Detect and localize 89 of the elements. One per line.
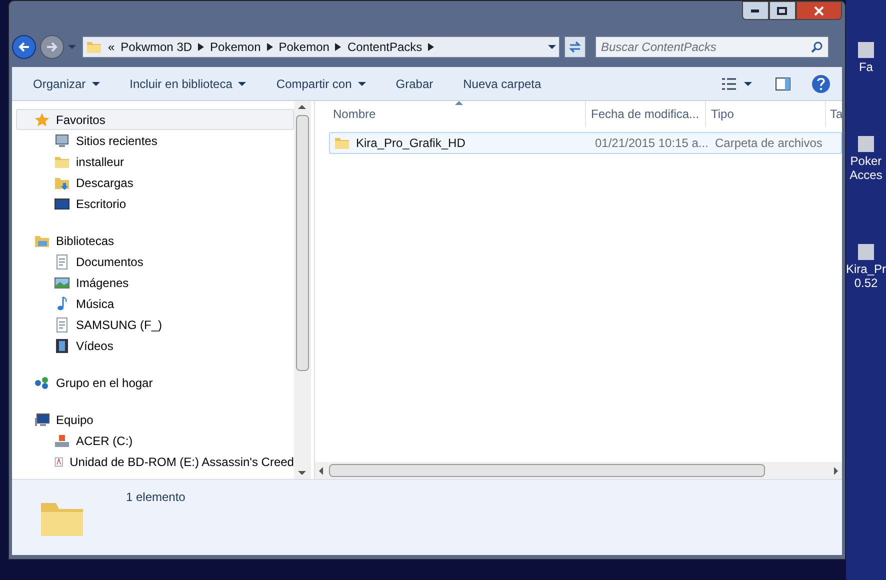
minimize-button[interactable] [742,1,769,20]
close-button[interactable] [796,1,842,20]
nav-item[interactable]: Música [16,293,294,314]
nav-item[interactable]: Sitios recientes [16,130,294,151]
maximize-icon [777,6,788,14]
search-input[interactable]: Buscar ContentPacks [600,38,811,56]
left-arrow-icon [18,41,30,53]
desktop-icon-label: Kira_Pr [846,262,886,276]
caret-icon [358,82,366,86]
nav-item[interactable]: Escritorio [16,193,294,214]
star-icon [34,112,50,128]
caret-icon [92,82,100,86]
close-icon [814,6,824,16]
chevron-icon [428,43,434,51]
table-cell: Kira_Pro_Grafik_HD [330,134,591,152]
recent-places-icon [54,132,70,148]
toolbar-button[interactable]: Incluir en biblioteca [120,72,256,96]
chevron-icon [266,43,273,51]
file-row[interactable]: Kira_Pro_Grafik_HD 01/21/2015 10:15 a... Carpeta de archivos [328,132,842,154]
right-arrow-icon [46,41,58,53]
nav-item[interactable]: Imágenes [16,272,294,293]
toolbar-button[interactable]: Compartir con [267,72,375,96]
nav-item[interactable]: Descargas [16,172,294,193]
desktop-icon-label: 0.52 [854,276,878,290]
chevron-icon [335,43,342,51]
scroll-right-icon [834,466,838,474]
desktop-icon-label: Acces [850,168,882,182]
toolbar-button[interactable]: Organizar [24,72,109,96]
back-button[interactable] [12,35,36,59]
nav-item[interactable]: Unidad de BD-ROM (E:) Assassin's Creed [16,451,294,472]
help-button[interactable] [812,74,830,92]
desktop-icon [54,196,70,212]
breadcrumb-segment[interactable]: Pokwmon 3D [120,38,192,56]
scroll-left-icon [318,466,323,474]
nav-item[interactable]: Vídeos [16,335,294,356]
chevron-icon [198,43,204,51]
desktop-icon-label: Fa [858,60,873,74]
breadcrumb-segment[interactable]: ContentPacks [347,38,422,56]
column-header[interactable]: Tipo [706,101,826,127]
forward-button[interactable] [40,35,64,59]
nav-item[interactable]: ACER (C:) [16,430,294,451]
list-view-icon [722,78,736,90]
scroll-down-icon [298,471,306,475]
maximize-button[interactable] [768,1,796,20]
toolbar-button[interactable]: Grabar [386,72,442,96]
document-icon [54,316,70,332]
breadcrumb-segment[interactable]: Pokemon [210,38,261,56]
drive-icon [54,432,70,448]
document-icon [54,254,70,270]
computer-icon [34,412,50,428]
help-icon [816,78,825,90]
caret-icon [68,45,76,49]
table-cell-text: Carpeta de archivos [714,135,824,152]
sort-arrow-icon [454,101,463,105]
scroll-up-icon [298,105,306,109]
caret-icon [548,45,556,49]
homegroup-icon [34,374,50,390]
minimize-icon [751,8,760,12]
toolbar-button[interactable]: Nueva carpeta [454,72,550,96]
nav-group-header[interactable]: Equipo [16,409,294,430]
folder-icon [334,135,350,151]
nav-item[interactable]: Documentos [16,251,294,272]
nav-item[interactable]: installeur [16,151,294,172]
folder-icon [86,39,102,55]
film-icon [54,338,70,354]
breadcrumb-segment[interactable]: Pokemon [278,38,330,56]
caret-icon [238,82,246,86]
desktop-icon-label: Poker [850,154,882,168]
column-header[interactable]: Nombre [324,101,586,127]
sidebar-scrollbar[interactable] [294,101,311,479]
search-icon [810,41,823,53]
horizontal-scrollbar[interactable] [314,462,842,479]
nav-group-header[interactable]: Grupo en el hogar [16,372,294,393]
column-header[interactable]: Fecha de modifica... [586,101,706,127]
item-count: 1 elemento [126,489,186,506]
table-cell-text: 01/21/2015 10:15 a... [594,135,710,152]
address-overflow[interactable]: « [108,38,115,56]
refresh-icon [568,40,582,54]
scrollbar-thumb[interactable] [328,464,765,477]
address-bar[interactable]: « Pokwmon 3D Pokemon Pokemon ContentPacks [82,36,560,58]
preview-pane-icon [774,76,791,90]
nav-group-header[interactable]: Bibliotecas [16,230,294,251]
caret-icon [744,82,752,86]
search-field[interactable]: Buscar ContentPacks [594,36,829,58]
refresh-button[interactable] [564,36,586,58]
scrollbar-thumb[interactable] [296,115,309,371]
nav-item[interactable]: SAMSUNG (F_) [16,314,294,335]
image-icon [54,274,70,290]
nav-group-header[interactable]: Favoritos [16,109,294,130]
